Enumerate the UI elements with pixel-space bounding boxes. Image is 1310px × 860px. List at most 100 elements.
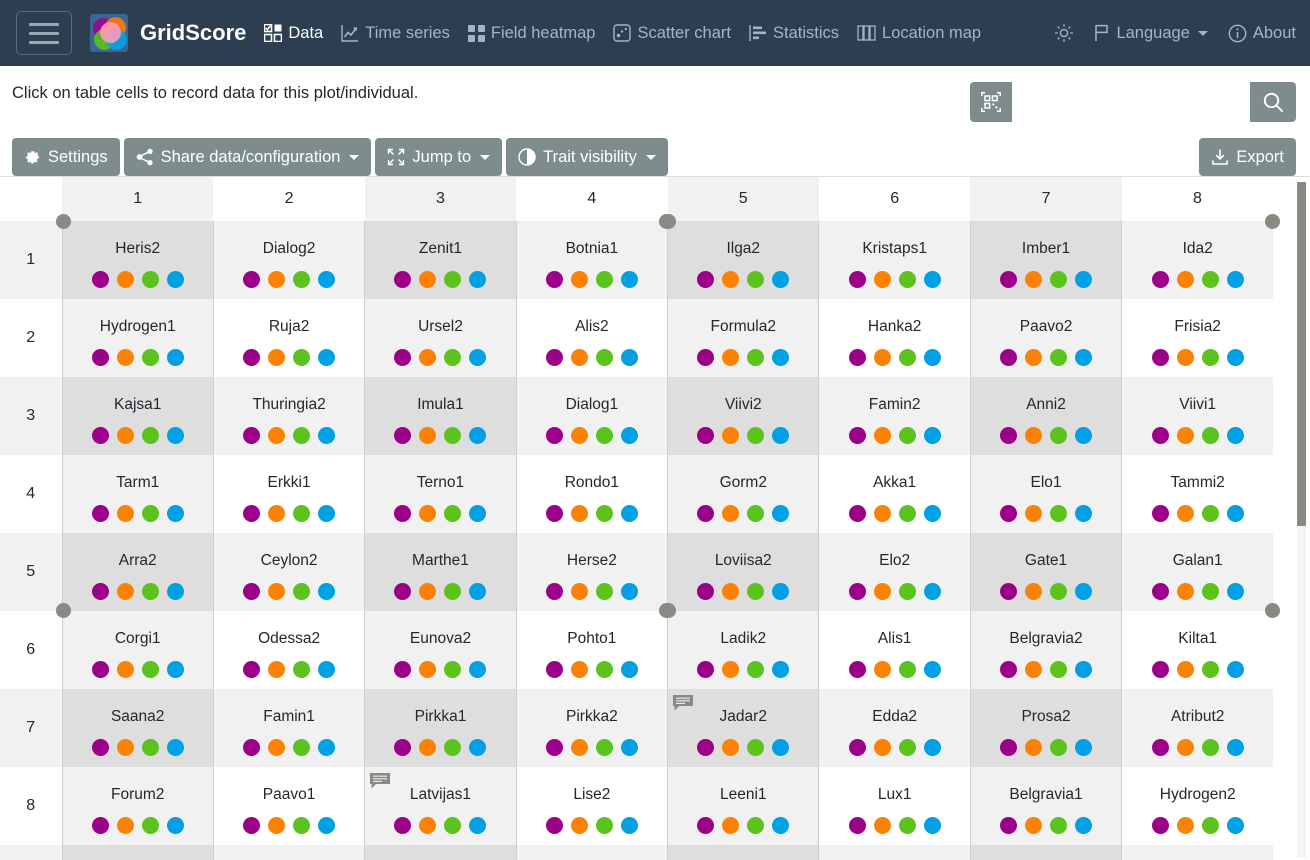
trait-dot-1[interactable] xyxy=(394,504,412,522)
grid-cell[interactable]: Belgravia1 xyxy=(969,767,1122,845)
trait-dot-3[interactable] xyxy=(444,738,462,756)
trait-dot-2[interactable] xyxy=(873,738,891,756)
trait-dot-3[interactable] xyxy=(293,738,311,756)
trait-dot-3[interactable] xyxy=(898,816,916,834)
search-button[interactable] xyxy=(1250,82,1296,122)
corner-marker-icon[interactable] xyxy=(55,603,71,618)
grid-cell[interactable]: Forum2 xyxy=(61,767,214,845)
column-header-2[interactable]: 2 xyxy=(213,177,365,221)
trait-dot-2[interactable] xyxy=(722,582,740,600)
trait-dot-4[interactable] xyxy=(318,816,336,834)
grid-cell[interactable]: Imula1 xyxy=(364,377,517,455)
trait-dot-3[interactable] xyxy=(444,270,462,288)
grid-cell[interactable]: Famin2 xyxy=(818,377,971,455)
trait-dot-1[interactable] xyxy=(91,660,109,678)
trait-dot-3[interactable] xyxy=(747,582,765,600)
trait-dot-1[interactable] xyxy=(1000,816,1018,834)
trait-dot-1[interactable] xyxy=(1151,582,1169,600)
trait-dot-4[interactable] xyxy=(1075,426,1093,444)
trait-dot-2[interactable] xyxy=(268,270,286,288)
trait-dot-4[interactable] xyxy=(1075,504,1093,522)
grid-cell[interactable]: Imber1 xyxy=(969,221,1122,299)
grid-cell[interactable]: Ursel2 xyxy=(364,299,517,377)
grid-cell[interactable]: Erkki1 xyxy=(212,455,365,533)
grid-cell[interactable]: Paavo1 xyxy=(212,767,365,845)
grid-cell[interactable]: Dialog2 xyxy=(212,221,365,299)
trait-dot-2[interactable] xyxy=(873,582,891,600)
trait-dot-2[interactable] xyxy=(116,816,134,834)
grid-cell[interactable]: Dialog1 xyxy=(515,377,668,455)
trait-dot-1[interactable] xyxy=(545,426,563,444)
grid-cell[interactable] xyxy=(364,845,517,860)
trait-dot-2[interactable] xyxy=(1025,504,1043,522)
trait-dot-4[interactable] xyxy=(772,660,790,678)
trait-dot-3[interactable] xyxy=(595,816,613,834)
trait-dot-1[interactable] xyxy=(243,738,261,756)
grid-cell[interactable]: Latvijas1 xyxy=(364,767,517,845)
trait-dot-4[interactable] xyxy=(469,504,487,522)
trait-dot-1[interactable] xyxy=(394,738,412,756)
trait-dot-3[interactable] xyxy=(1201,738,1219,756)
trait-dot-2[interactable] xyxy=(419,504,437,522)
trait-dot-1[interactable] xyxy=(1151,270,1169,288)
grid-cell[interactable]: Terno1 xyxy=(364,455,517,533)
trait-dot-3[interactable] xyxy=(747,270,765,288)
row-header-2[interactable]: 2 xyxy=(0,299,62,377)
trait-dot-1[interactable] xyxy=(243,816,261,834)
grid-cell[interactable]: Eunova2 xyxy=(364,611,517,689)
trait-dot-2[interactable] xyxy=(268,816,286,834)
column-header-5[interactable]: 5 xyxy=(667,177,819,221)
trait-dot-4[interactable] xyxy=(166,270,184,288)
grid-cell[interactable]: Edda2 xyxy=(818,689,971,767)
trait-dot-1[interactable] xyxy=(394,582,412,600)
grid-cell[interactable]: Famin1 xyxy=(212,689,365,767)
trait-dot-4[interactable] xyxy=(620,816,638,834)
grid-cell[interactable]: Paavo2 xyxy=(969,299,1122,377)
trait-dot-3[interactable] xyxy=(444,426,462,444)
trait-dot-4[interactable] xyxy=(469,426,487,444)
trait-dot-1[interactable] xyxy=(545,660,563,678)
grid-cell[interactable]: Hydrogen2 xyxy=(1121,767,1274,845)
trait-dot-4[interactable] xyxy=(1226,270,1244,288)
trait-dot-1[interactable] xyxy=(697,660,715,678)
grid-cell[interactable]: Pirkka1 xyxy=(364,689,517,767)
grid-cell[interactable]: Tammi2 xyxy=(1121,455,1274,533)
trait-dot-1[interactable] xyxy=(697,426,715,444)
trait-dot-4[interactable] xyxy=(620,348,638,366)
trait-dot-1[interactable] xyxy=(545,270,563,288)
trait-dot-1[interactable] xyxy=(394,348,412,366)
trait-dot-3[interactable] xyxy=(1050,504,1068,522)
trait-dot-2[interactable] xyxy=(570,504,588,522)
column-header-7[interactable]: 7 xyxy=(970,177,1122,221)
trait-dot-3[interactable] xyxy=(293,348,311,366)
trait-dot-4[interactable] xyxy=(923,816,941,834)
corner-marker-icon[interactable] xyxy=(661,214,677,229)
column-header-1[interactable]: 1 xyxy=(62,177,214,221)
trait-dot-3[interactable] xyxy=(444,504,462,522)
grid-cell[interactable]: Loviisa2 xyxy=(661,533,819,618)
grid-cell[interactable]: Formula2 xyxy=(667,299,819,377)
grid-cell[interactable]: Viivi2 xyxy=(667,377,819,455)
trait-dot-4[interactable] xyxy=(772,582,790,600)
grid-cell[interactable]: Corgi1 xyxy=(61,611,214,689)
trait-dot-4[interactable] xyxy=(318,426,336,444)
about-link[interactable]: About xyxy=(1228,24,1296,43)
row-header-6[interactable]: 6 xyxy=(0,611,62,689)
trait-dot-1[interactable] xyxy=(848,816,866,834)
trait-dot-4[interactable] xyxy=(1226,426,1244,444)
grid-cell[interactable]: Saana2 xyxy=(61,689,214,767)
trait-dot-1[interactable] xyxy=(1151,426,1169,444)
corner-marker-icon[interactable] xyxy=(661,603,677,618)
qr-scan-button[interactable] xyxy=(970,82,1012,122)
trait-dot-3[interactable] xyxy=(898,348,916,366)
trait-dot-1[interactable] xyxy=(394,270,412,288)
trait-dot-3[interactable] xyxy=(898,738,916,756)
grid-cell[interactable]: Lise2 xyxy=(515,767,668,845)
trait-dot-4[interactable] xyxy=(318,582,336,600)
trait-dot-3[interactable] xyxy=(141,738,159,756)
trait-dot-3[interactable] xyxy=(1201,582,1219,600)
vertical-scrollbar-thumb[interactable] xyxy=(1297,182,1306,526)
grid-cell[interactable]: Kajsa1 xyxy=(61,377,214,455)
trait-dot-1[interactable] xyxy=(1151,738,1169,756)
trait-dot-4[interactable] xyxy=(318,348,336,366)
